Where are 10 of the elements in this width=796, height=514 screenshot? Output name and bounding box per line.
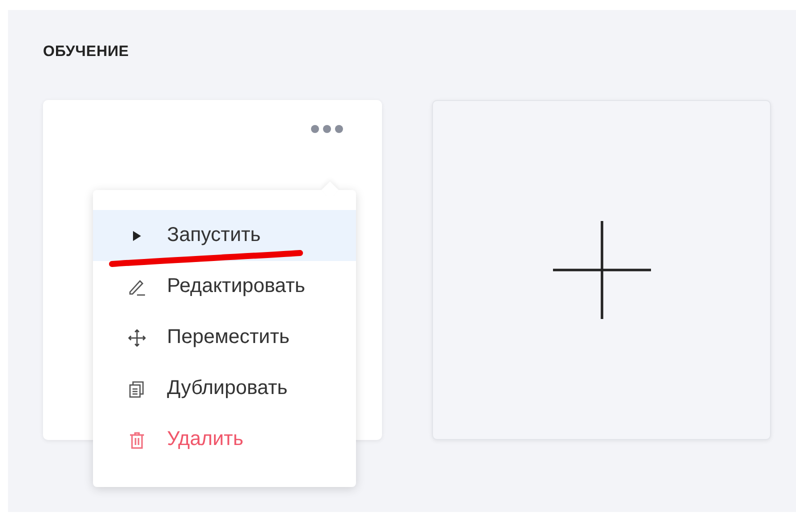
menu-item[interactable]: Дублировать <box>93 363 356 414</box>
menu-item[interactable]: Редактировать <box>93 261 356 312</box>
section-title: ОБУЧЕНИЕ <box>43 43 130 62</box>
menu-item[interactable]: Переместить <box>93 312 356 363</box>
trash-icon <box>127 430 147 450</box>
play-icon <box>132 230 142 242</box>
move-arrows-icon <box>127 328 147 348</box>
menu-item[interactable]: Запустить <box>93 210 356 261</box>
plus-icon <box>552 221 650 319</box>
more-icon[interactable] <box>310 124 344 134</box>
